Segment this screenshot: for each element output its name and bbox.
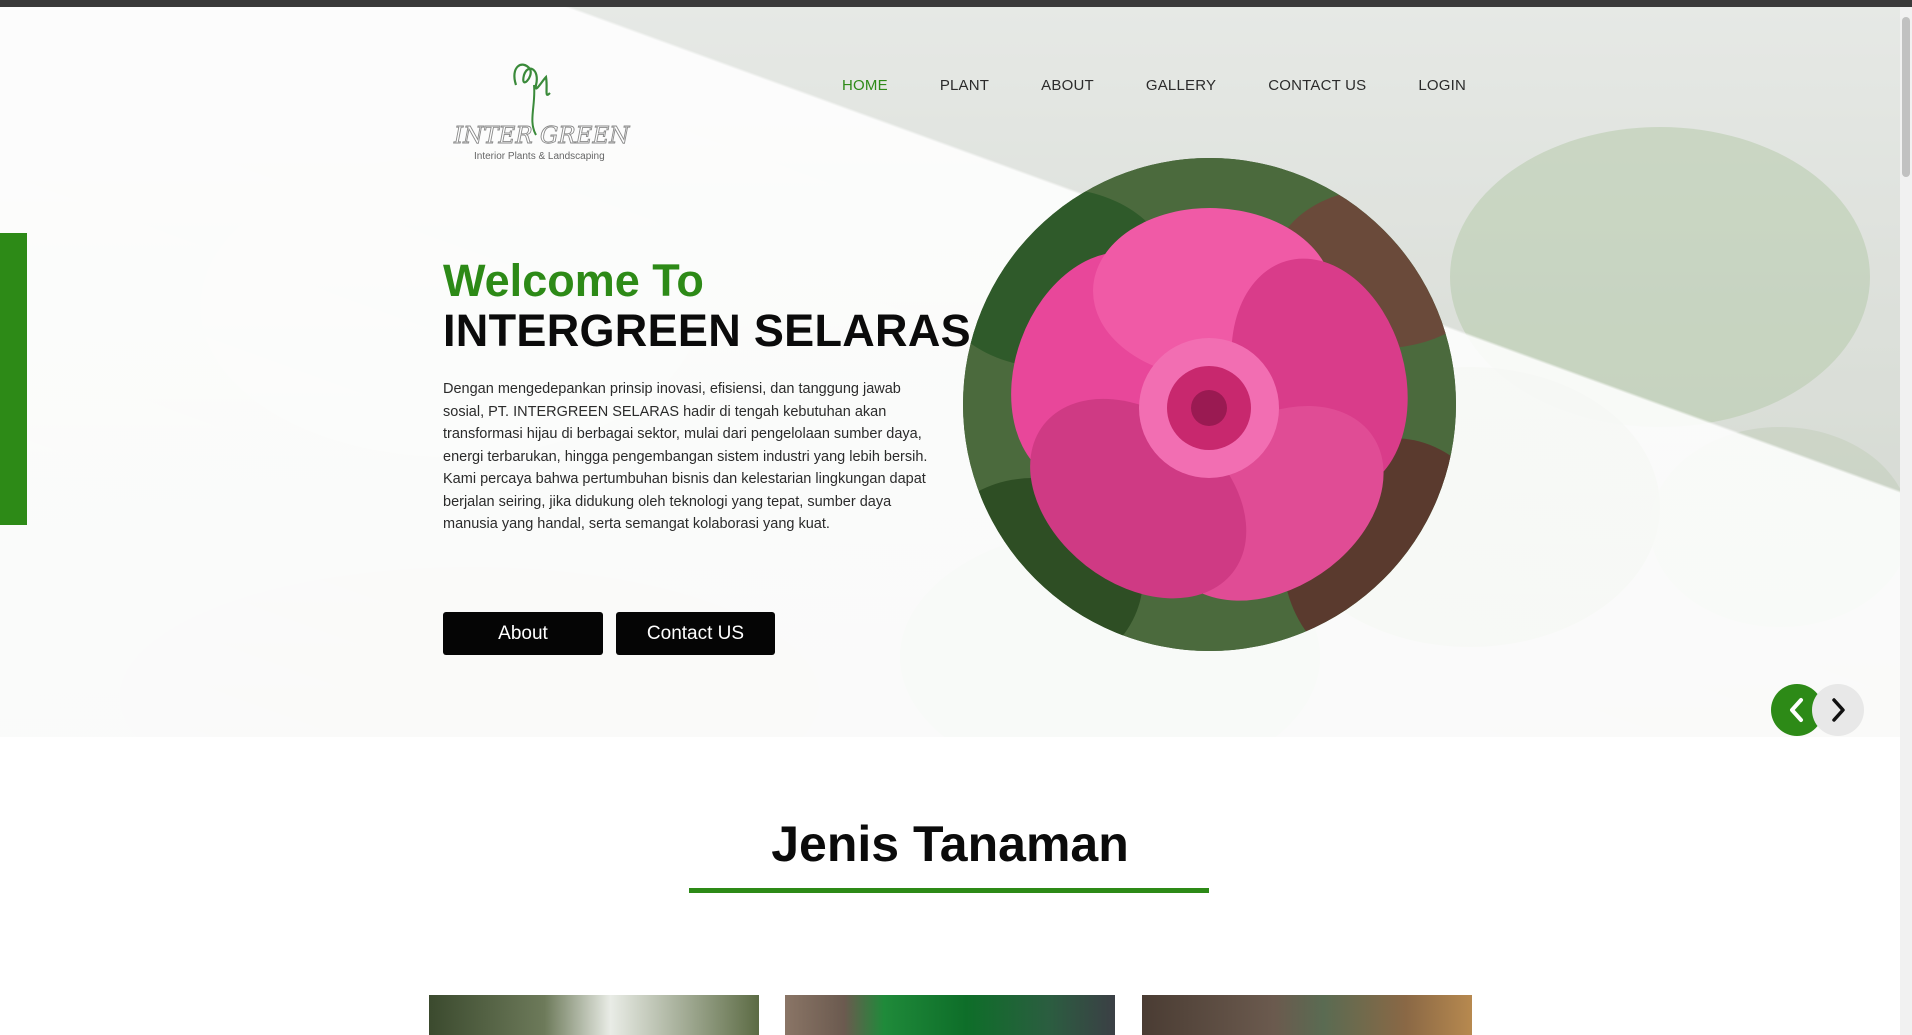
hero-welcome-heading: Welcome To	[443, 255, 704, 306]
nav-gallery[interactable]: GALLERY	[1146, 77, 1216, 95]
nav-home[interactable]: HOME	[842, 77, 888, 95]
hero-company-heading: INTERGREEN SELARAS	[443, 305, 971, 356]
side-accent-bar	[0, 233, 27, 525]
hero-flower-image	[963, 158, 1456, 651]
svg-text:INTER GREEN: INTER GREEN	[453, 123, 630, 149]
nav-plant[interactable]: PLANT	[940, 77, 989, 95]
hero-section: INTER GREEN Interior Plants & Landscapin…	[0, 7, 1900, 737]
nav-about[interactable]: ABOUT	[1041, 77, 1094, 95]
nav-contact-us[interactable]: CONTACT US	[1268, 77, 1366, 95]
logo[interactable]: INTER GREEN Interior Plants & Landscapin…	[450, 55, 650, 165]
hero-description: Dengan mengedepankan prinsip inovasi, ef…	[443, 381, 928, 532]
chevron-left-icon	[1790, 698, 1803, 722]
chevron-right-icon	[1832, 698, 1845, 722]
contact-us-button[interactable]: Contact US	[616, 612, 775, 655]
plant-card-2-image[interactable]	[785, 995, 1115, 1035]
svg-text:Interior Plants & Landscaping: Interior Plants & Landscaping	[474, 151, 605, 162]
carousel-next-button[interactable]	[1812, 684, 1864, 736]
page-scrollbar[interactable]	[1900, 7, 1912, 1035]
section-underline	[689, 888, 1209, 893]
browser-top-bar	[0, 0, 1912, 7]
section-title: Jenis Tanaman	[771, 816, 1129, 872]
nav-login[interactable]: LOGIN	[1418, 77, 1466, 95]
scrollbar-thumb[interactable]	[1902, 17, 1910, 177]
plant-card-3-image[interactable]	[1142, 995, 1472, 1035]
main-nav: HOME PLANT ABOUT GALLERY CONTACT US LOGI…	[842, 77, 1518, 95]
plant-card-1-image[interactable]	[429, 995, 759, 1035]
about-button[interactable]: About	[443, 612, 603, 655]
logo-graphic: INTER GREEN Interior Plants & Landscapin…	[453, 63, 631, 162]
